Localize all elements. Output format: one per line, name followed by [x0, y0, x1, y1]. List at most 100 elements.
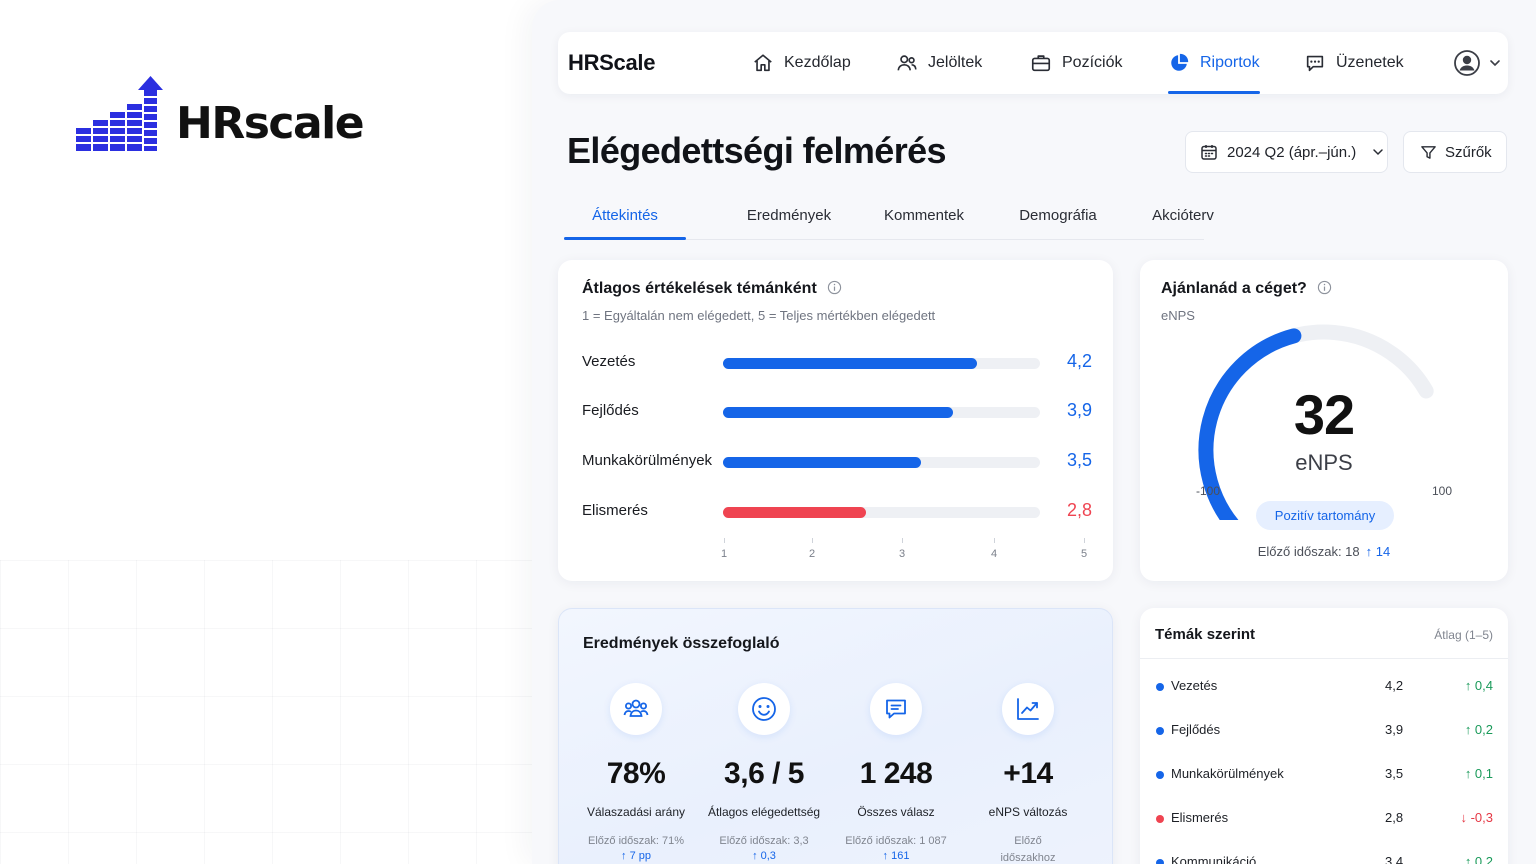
tab-comments[interactable]: Kommentek — [850, 198, 998, 239]
topic-row[interactable]: Kommunikáció 3,4 ↑ 0,2 — [1155, 854, 1493, 864]
avatar-icon — [1454, 50, 1480, 76]
topic-score: 4,2 — [1385, 678, 1404, 693]
rating-bar — [723, 457, 922, 468]
nav-label: Riportok — [1200, 54, 1260, 71]
nav-label: Üzenetek — [1336, 54, 1404, 71]
topic-dot — [1156, 815, 1164, 823]
axis-tick-label: 5 — [1080, 548, 1088, 560]
enps-title: Ajánlanád a céget? — [1161, 280, 1332, 298]
ratings-title-text: Átlagos értékelések témánként — [582, 280, 817, 297]
enps-value: 32 — [1293, 383, 1355, 446]
enps-previous-text: Előző időszak: 18 — [1257, 544, 1360, 559]
calendar-icon — [1201, 145, 1217, 160]
rating-value: 3,5 — [1066, 450, 1092, 470]
summary-card: Eredmények összefoglaló 78% Válaszadási … — [558, 608, 1113, 864]
rating-row: Munkakörülmények 3,5 — [582, 450, 1092, 474]
divider — [1140, 658, 1508, 659]
rating-value: 2,8 — [1066, 500, 1092, 520]
topic-row[interactable]: Fejlődés 3,9 ↑ 0,2 — [1155, 722, 1493, 742]
metric-value: 3,6 / 5 — [724, 757, 804, 790]
message-icon — [1306, 55, 1324, 72]
axis-tick-label: 1 — [720, 548, 728, 560]
period-select[interactable]: 2024 Q2 (ápr.–jún.) — [1185, 131, 1388, 173]
top-navigation: HRScale Kezdőlap Jelöltek Pozíciók Ripor… — [558, 32, 1508, 94]
app-logo[interactable]: HRScale — [568, 50, 655, 76]
info-icon[interactable] — [827, 280, 842, 295]
rating-track — [723, 358, 1040, 369]
axis-tick — [1084, 538, 1085, 543]
topic-dot — [1156, 727, 1164, 735]
topic-row[interactable]: Munkakörülmények 3,5 ↑ 0,1 — [1155, 766, 1493, 786]
nav-label: Pozíciók — [1062, 54, 1123, 71]
rating-row: Fejlődés 3,9 — [582, 400, 1092, 424]
enps-unit: eNPS — [1295, 450, 1353, 475]
metric-label: Összes válasz — [857, 805, 935, 819]
metric-delta: ↑ 7 pp — [621, 850, 651, 862]
metric-response-rate: 78% Válaszadási arány Előző időszak: 71%… — [571, 683, 701, 862]
tab-results[interactable]: Eredmények — [714, 198, 864, 239]
metric-label: Átlagos elégedettség — [707, 805, 821, 819]
topic-score: 3,9 — [1385, 722, 1404, 737]
topic-delta: ↑ 0,1 — [1464, 766, 1493, 781]
topic-dot — [1156, 683, 1164, 691]
ratings-card: Átlagos értékelések témánként 1 = Egyált… — [558, 260, 1113, 581]
rating-bar — [723, 407, 953, 418]
tab-overview[interactable]: Áttekintés — [564, 198, 686, 240]
nav-item-reports[interactable]: Riportok — [1168, 32, 1260, 94]
rating-value: 3,9 — [1066, 400, 1092, 420]
topics-card: Témák szerint Átlag (1–5) Vezetés 4,2 ↑ … — [1140, 608, 1508, 864]
app-window: HRScale Kezdőlap Jelöltek Pozíciók Ripor… — [532, 0, 1536, 864]
axis-tick-label: 4 — [990, 548, 998, 560]
metric-previous: Előző időszak: 71% — [588, 835, 684, 847]
users-icon — [897, 55, 917, 71]
bar-chart-logo-icon — [76, 76, 163, 151]
tab-demography[interactable]: Demográfia — [988, 198, 1128, 239]
topics-title: Témák szerint — [1155, 626, 1256, 643]
topic-row[interactable]: Elismerés 2,8 ↓ -0,3 — [1155, 810, 1493, 830]
rating-label: Vezetés — [582, 353, 636, 370]
briefcase-icon — [1031, 55, 1051, 72]
metric-avg-satisfaction: 3,6 / 5 Átlagos elégedettség Előző idősz… — [699, 683, 829, 862]
section-tabs: Áttekintés Eredmények Kommentek Demográf… — [564, 198, 1214, 240]
metric-enps-change: +14 eNPS változás Előző időszakhoz képes… — [963, 683, 1093, 864]
rating-track — [723, 407, 1040, 418]
metric-label: Válaszadási arány — [586, 805, 686, 819]
tab-action-plan[interactable]: Akcióterv — [1112, 198, 1254, 239]
rating-row: Vezetés 4,2 — [582, 351, 1092, 375]
rating-label: Munkakörülmények — [582, 452, 713, 469]
smile-icon — [738, 683, 790, 735]
rating-bar — [723, 358, 977, 369]
nav-item-positions[interactable]: Pozíciók — [1030, 32, 1122, 94]
period-value: 2024 Q2 (ápr.–jún.) — [1227, 143, 1357, 161]
pie-chart-icon — [1171, 53, 1189, 71]
metric-total-responses: 1 248 Összes válasz Előző időszak: 1 087… — [831, 683, 961, 862]
topic-row[interactable]: Vezetés 4,2 ↑ 0,4 — [1155, 678, 1493, 698]
info-icon[interactable] — [1317, 280, 1332, 295]
status-badge: Pozitív tartomány — [1256, 501, 1394, 530]
team-icon — [610, 683, 662, 735]
gauge-min-label: -100 — [1196, 484, 1221, 498]
filters-button[interactable]: Szűrők — [1403, 131, 1507, 173]
gauge-max-label: 100 — [1432, 484, 1453, 498]
nav-item-candidates[interactable]: Jelöltek — [896, 32, 982, 94]
nav-item-home[interactable]: Kezdőlap — [752, 32, 851, 94]
user-menu[interactable] — [1454, 50, 1502, 76]
trend-icon — [1002, 683, 1054, 735]
topic-dot — [1156, 771, 1164, 779]
axis-tick — [994, 538, 995, 543]
axis-tick-label: 2 — [808, 548, 816, 560]
filters-label: Szűrők — [1445, 143, 1492, 161]
rating-value: 4,2 — [1066, 351, 1092, 371]
metric-delta: ↑ 161 — [882, 850, 910, 862]
enps-card: Ajánlanád a céget? eNPS 32 eNPS -100 100… — [1140, 260, 1508, 581]
nav-label: Kezdőlap — [784, 54, 851, 71]
rating-track — [723, 457, 1040, 468]
brand-name: HRscale — [176, 98, 365, 149]
page-title: Elégedettségi felmérés — [567, 130, 947, 171]
topic-delta: ↑ 0,4 — [1464, 678, 1493, 693]
nav-item-messages[interactable]: Üzenetek — [1304, 32, 1404, 94]
ratings-axis: 1 2 3 4 5 — [720, 538, 1088, 568]
summary-title: Eredmények összefoglaló — [583, 635, 780, 652]
brand-logo: HRscale — [76, 76, 365, 156]
topic-name: Kommunikáció — [1171, 854, 1257, 864]
